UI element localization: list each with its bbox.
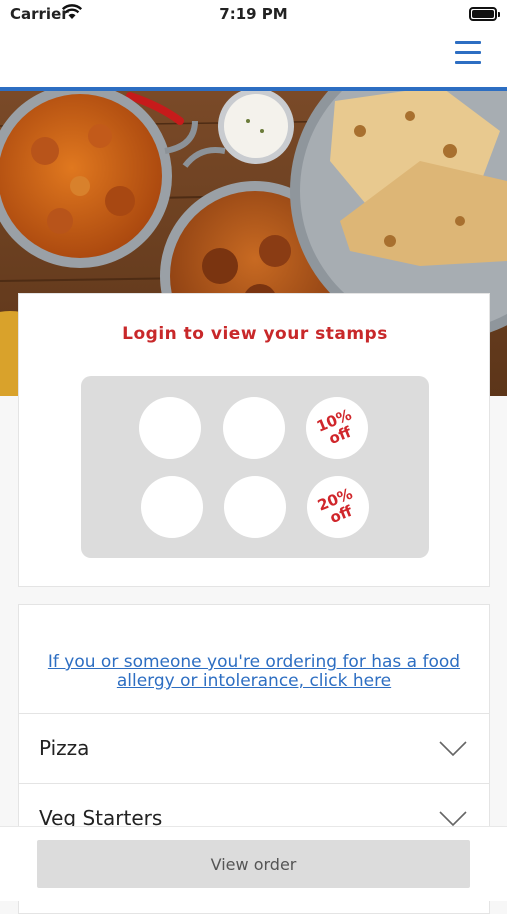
stamp-reward-20: 20% off [307, 476, 369, 538]
chevron-down-icon [439, 741, 467, 757]
stamp-card: Login to view your stamps 10% off 20% of… [18, 293, 490, 587]
bottom-bar: View order [0, 826, 507, 901]
battery-icon [469, 7, 500, 21]
chevron-down-icon [439, 811, 467, 827]
stamp-grid: 10% off 20% off [81, 376, 429, 558]
hamburger-menu-icon[interactable] [455, 40, 483, 66]
allergy-info-link[interactable]: If you or someone you're ordering for ha… [39, 653, 469, 691]
view-order-button[interactable]: View order [37, 840, 470, 888]
stamp-login-prompt[interactable]: Login to view your stamps [19, 324, 491, 344]
stamp-reward-10: 10% off [306, 397, 368, 459]
navigation-bar [0, 30, 507, 91]
stamp-slot [139, 397, 201, 459]
status-bar: Carrier 7:19 PM [0, 0, 507, 30]
clock: 7:19 PM [219, 5, 288, 23]
stamp-slot [223, 397, 285, 459]
stamp-slot [224, 476, 286, 538]
category-label: Pizza [39, 736, 90, 760]
stamp-slot [141, 476, 203, 538]
category-pizza[interactable]: Pizza [19, 713, 489, 783]
